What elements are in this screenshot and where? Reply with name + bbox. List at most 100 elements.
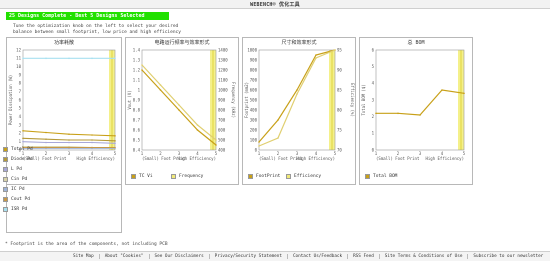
x-caption-right: High Efficiency) bbox=[425, 156, 464, 161]
legend-swatch bbox=[365, 174, 370, 179]
legend-label: FootPrint bbox=[256, 174, 281, 179]
legend-label: Total Pd bbox=[11, 147, 33, 152]
y-tick-label: 4 bbox=[19, 114, 22, 119]
legend-label: Cout Pd bbox=[11, 197, 30, 202]
y-tick-label: 1.3 bbox=[133, 57, 141, 62]
footer-link-cookies[interactable]: About "Cookies" bbox=[98, 254, 149, 259]
y-tick-label: 1.2 bbox=[133, 67, 141, 72]
y-tick-label: 900 bbox=[250, 57, 258, 62]
chart-legend: Total BOM bbox=[364, 172, 470, 180]
y-tick-label: 11 bbox=[16, 56, 21, 61]
y-tick-label: 100 bbox=[250, 137, 258, 142]
x-caption-right: High Efficiency) bbox=[177, 156, 216, 161]
y-tick-label: 300 bbox=[250, 117, 258, 122]
y-tick-label-right: 80 bbox=[337, 107, 342, 112]
data-point bbox=[463, 92, 465, 95]
legend-label: L Pd bbox=[11, 167, 22, 172]
data-point bbox=[141, 64, 143, 66]
footer-link-terms[interactable]: Site Terms & Conditions of Use bbox=[378, 254, 468, 259]
footer-link-contact[interactable]: Contact Us/Feedback bbox=[286, 254, 347, 259]
data-point bbox=[114, 135, 116, 137]
legend-item-isr-pd[interactable]: ISR Pd bbox=[2, 205, 118, 215]
footer-link-newsletter[interactable]: Subscribe to our newsletter bbox=[467, 254, 548, 259]
data-point bbox=[68, 139, 70, 141]
legend-swatch bbox=[3, 207, 8, 212]
legend-swatch bbox=[3, 177, 8, 182]
legend-item-cin-pd[interactable]: Cin Pd bbox=[2, 175, 118, 185]
y-tick-label-right: 1400 bbox=[218, 47, 228, 52]
y-tick-label-right: 75 bbox=[337, 127, 342, 132]
y-tick-label: 0.4 bbox=[133, 147, 141, 152]
series-line bbox=[376, 89, 465, 116]
legend-swatch bbox=[248, 174, 253, 179]
y-tick-label: 200 bbox=[250, 127, 258, 132]
data-point bbox=[22, 137, 24, 140]
data-point bbox=[441, 89, 443, 91]
legend-item-ic-pd[interactable]: IC Pd bbox=[2, 185, 118, 195]
data-point bbox=[22, 130, 24, 132]
legend-swatch bbox=[3, 197, 8, 202]
y-tick-label-right: 700 bbox=[218, 117, 226, 122]
y-tick-label-right: 85 bbox=[337, 87, 342, 92]
y-tick-label: 0.8 bbox=[133, 107, 141, 112]
data-point bbox=[114, 57, 116, 60]
legend-item-l-pd[interactable]: L Pd bbox=[2, 165, 118, 175]
power-dissipation-legend: Total Pd Diode Pd L Pd Cin Pd IC Pd Cout… bbox=[2, 145, 118, 215]
y-axis-label-right: Efficiency (%) bbox=[350, 83, 355, 117]
series-line bbox=[258, 49, 336, 143]
data-point bbox=[196, 129, 199, 131]
footer-link-rss[interactable]: RSS Feed bbox=[347, 254, 379, 259]
footer-link-site-map[interactable]: Site Map bbox=[68, 254, 99, 259]
y-tick-label: 3 bbox=[372, 97, 375, 102]
y-tick-label-right: 400 bbox=[218, 147, 226, 152]
instruction-text: Tune the optimization knob on the left t… bbox=[13, 24, 233, 36]
y-axis-label: Total BOM ($) bbox=[361, 84, 366, 115]
legend-item-total-pd[interactable]: Total Pd bbox=[2, 145, 118, 155]
footer-link-disclaimers[interactable]: See Our Disclaimers bbox=[148, 254, 209, 259]
data-point bbox=[114, 140, 116, 142]
data-point bbox=[178, 109, 180, 111]
legend-label: Total BOM bbox=[373, 174, 398, 179]
legend-swatch bbox=[286, 174, 291, 179]
y-tick-label: 1.4 bbox=[133, 47, 141, 52]
data-point bbox=[159, 89, 162, 91]
y-tick-label: 1 bbox=[138, 87, 141, 92]
data-point bbox=[258, 141, 260, 143]
data-point bbox=[91, 139, 93, 141]
y-tick-label: 4 bbox=[372, 81, 375, 86]
data-point bbox=[91, 57, 93, 60]
series-line bbox=[22, 130, 116, 137]
x-caption-right: High Efficiency) bbox=[296, 156, 335, 161]
y-tick-label: 500 bbox=[250, 97, 258, 102]
chart-legend: FootPrint Efficiency bbox=[247, 172, 353, 180]
y-tick-label-right: 1300 bbox=[218, 57, 228, 62]
footer-link-privacy[interactable]: Privacy/Security Statement bbox=[208, 254, 287, 259]
series-line bbox=[141, 64, 217, 141]
data-point bbox=[45, 57, 47, 60]
y-tick-label: 6 bbox=[372, 47, 375, 52]
y-tick-label: 2 bbox=[19, 131, 22, 136]
data-point bbox=[277, 119, 279, 121]
y-tick-label: 1 bbox=[372, 131, 375, 136]
legend-label: IC Pd bbox=[11, 187, 25, 192]
y-tick-label: 0.5 bbox=[133, 137, 141, 142]
instruction-line-2: balance between small footprint, low pri… bbox=[13, 30, 181, 35]
legend-item-cout-pd[interactable]: Cout Pd bbox=[2, 195, 118, 205]
data-point bbox=[334, 49, 336, 51]
y-tick-label: 9 bbox=[19, 72, 22, 77]
y-tick-label-right: 90 bbox=[337, 67, 342, 72]
chart-legend: TC Vi Frequency bbox=[130, 172, 236, 180]
y-axis-label: Footprint (mm2) bbox=[244, 82, 249, 118]
legend-item-diode-pd[interactable]: Diode Pd bbox=[2, 155, 118, 165]
y-tick-label: 8 bbox=[19, 81, 22, 86]
y-tick-label: 700 bbox=[250, 77, 258, 82]
y-tick-label-right: 1000 bbox=[218, 87, 228, 92]
y-tick-label-right: 500 bbox=[218, 137, 226, 142]
footprint-chart: 0100200300400500600700800900100070758085… bbox=[244, 47, 355, 161]
legend-label: Diode Pd bbox=[11, 157, 33, 162]
legend-swatch bbox=[3, 147, 8, 152]
legend-label: Cin Pd bbox=[11, 177, 28, 182]
data-point bbox=[178, 104, 180, 106]
series-line bbox=[141, 69, 217, 146]
y-tick-label-right: 800 bbox=[218, 107, 226, 112]
